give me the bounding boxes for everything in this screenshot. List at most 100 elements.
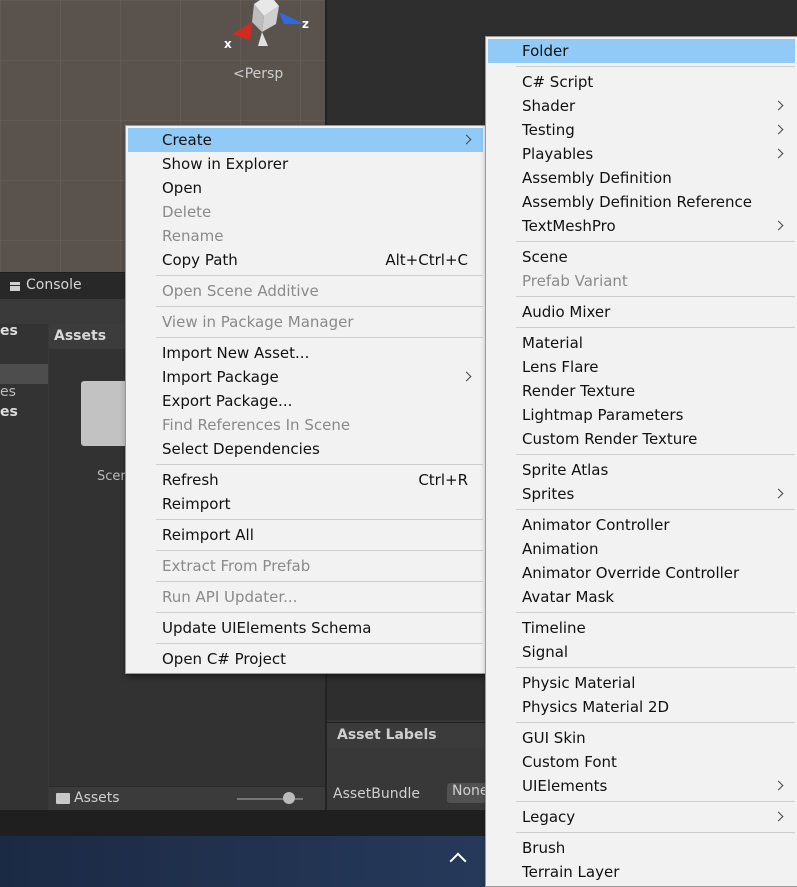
menu-item-refresh[interactable]: Refresh Ctrl+R bbox=[126, 468, 485, 492]
create-item-audio-mixer[interactable]: Audio Mixer bbox=[486, 300, 797, 324]
create-item-lightmap-parameters[interactable]: Lightmap Parameters bbox=[486, 403, 797, 427]
context-menu: Create Show in Explorer Open Delete Rename Co… bbox=[125, 125, 486, 674]
menu-item-label: Terrain Layer bbox=[522, 863, 620, 881]
chevron-right-icon bbox=[773, 220, 784, 231]
menu-separator bbox=[516, 801, 795, 802]
menu-item-shortcut: Alt+Ctrl+C bbox=[385, 251, 468, 269]
tree-item-partial[interactable]: es bbox=[0, 384, 16, 400]
slider-thumb[interactable] bbox=[283, 792, 295, 804]
create-item-uielements[interactable]: UIElements bbox=[486, 774, 797, 798]
menu-item-label: Folder bbox=[522, 42, 569, 60]
scene-gizmo[interactable]: x z bbox=[224, 0, 314, 50]
create-item-shader[interactable]: Shader bbox=[486, 94, 797, 118]
menu-item-label: Avatar Mask bbox=[522, 588, 615, 606]
create-item-animator-controller[interactable]: Animator Controller bbox=[486, 513, 797, 537]
axis-z-label: z bbox=[302, 17, 309, 31]
menu-item-label: Lens Flare bbox=[522, 358, 599, 376]
menu-item-label: Show in Explorer bbox=[162, 155, 289, 173]
console-icon bbox=[10, 279, 20, 291]
chevron-right-icon bbox=[461, 134, 472, 145]
asset-labels-header[interactable]: Asset Labels bbox=[327, 722, 487, 749]
menu-item-create[interactable]: Create bbox=[128, 128, 483, 152]
menu-separator bbox=[516, 509, 795, 510]
menu-item-import-package[interactable]: Import Package bbox=[126, 365, 485, 389]
footer-path[interactable]: Assets bbox=[74, 790, 120, 806]
create-item-sprite-atlas[interactable]: Sprite Atlas bbox=[486, 458, 797, 482]
folder-label[interactable]: Scen bbox=[97, 469, 129, 484]
menu-item-label: Open Scene Additive bbox=[162, 282, 319, 300]
create-item-c-script[interactable]: C# Script bbox=[486, 70, 797, 94]
menu-item-label: C# Script bbox=[522, 73, 594, 91]
menu-item-label: Refresh bbox=[162, 471, 219, 489]
create-item-folder[interactable]: Folder bbox=[488, 39, 795, 63]
tree-item-partial[interactable]: es bbox=[0, 404, 18, 420]
menu-item-update-uielements-schema[interactable]: Update UIElements Schema bbox=[126, 616, 485, 640]
menu-separator bbox=[156, 519, 483, 520]
create-item-animator-override-controller[interactable]: Animator Override Controller bbox=[486, 561, 797, 585]
menu-separator bbox=[516, 66, 795, 67]
tree-item-partial[interactable]: es bbox=[0, 323, 18, 339]
menu-item-label: Prefab Variant bbox=[522, 272, 628, 290]
chevron-right-icon bbox=[773, 780, 784, 791]
project-folder-tree: es es es bbox=[0, 323, 48, 810]
menu-separator bbox=[156, 464, 483, 465]
menu-item-import-new-asset[interactable]: Import New Asset... bbox=[126, 341, 485, 365]
chevron-right-icon bbox=[773, 148, 784, 159]
create-item-assembly-definition[interactable]: Assembly Definition bbox=[486, 166, 797, 190]
folder-icon[interactable] bbox=[81, 381, 129, 446]
menu-separator bbox=[516, 296, 795, 297]
create-item-material[interactable]: Material bbox=[486, 331, 797, 355]
menu-item-label: Lightmap Parameters bbox=[522, 406, 684, 424]
menu-separator bbox=[156, 581, 483, 582]
menu-item-reimport[interactable]: Reimport bbox=[126, 492, 485, 516]
create-item-terrain-layer[interactable]: Terrain Layer bbox=[486, 860, 797, 884]
tray-chevron-up-icon[interactable] bbox=[449, 852, 467, 870]
tree-item-selected[interactable] bbox=[0, 364, 48, 384]
menu-item-select-dependencies[interactable]: Select Dependencies bbox=[126, 437, 485, 461]
menu-item-label: Update UIElements Schema bbox=[162, 619, 372, 637]
menu-item-label: Playables bbox=[522, 145, 594, 163]
create-item-physic-material[interactable]: Physic Material bbox=[486, 671, 797, 695]
create-submenu: Folder C# Script Shader Testing Playables Ass… bbox=[485, 36, 797, 887]
create-item-physics-material-2d[interactable]: Physics Material 2D bbox=[486, 695, 797, 719]
menu-item-label: TextMeshPro bbox=[522, 217, 616, 235]
persp-toggle[interactable]: <Persp bbox=[233, 66, 283, 82]
create-item-lens-flare[interactable]: Lens Flare bbox=[486, 355, 797, 379]
create-item-playables[interactable]: Playables bbox=[486, 142, 797, 166]
menu-item-copy-path[interactable]: Copy Path Alt+Ctrl+C bbox=[126, 248, 485, 272]
create-item-legacy[interactable]: Legacy bbox=[486, 805, 797, 829]
menu-item-reimport-all[interactable]: Reimport All bbox=[126, 523, 485, 547]
menu-item-label: Create bbox=[162, 131, 212, 149]
menu-item-view-in-package-manager: View in Package Manager bbox=[126, 310, 485, 334]
create-item-animation[interactable]: Animation bbox=[486, 537, 797, 561]
assetbundle-select[interactable]: None bbox=[447, 783, 489, 803]
persp-label: Persp bbox=[244, 66, 284, 82]
menu-item-show-in-explorer[interactable]: Show in Explorer bbox=[126, 152, 485, 176]
create-item-gui-skin[interactable]: GUI Skin bbox=[486, 726, 797, 750]
create-item-render-texture[interactable]: Render Texture bbox=[486, 379, 797, 403]
create-item-sprites[interactable]: Sprites bbox=[486, 482, 797, 506]
menu-item-label: Animation bbox=[522, 540, 599, 558]
menu-item-label: Physics Material 2D bbox=[522, 698, 670, 716]
menu-separator bbox=[156, 550, 483, 551]
menu-item-label: GUI Skin bbox=[522, 729, 586, 747]
create-item-avatar-mask[interactable]: Avatar Mask bbox=[486, 585, 797, 609]
menu-item-open-c-project[interactable]: Open C# Project bbox=[126, 647, 485, 671]
menu-separator bbox=[516, 454, 795, 455]
assetbundle-row: AssetBundle None bbox=[327, 748, 489, 810]
create-item-testing[interactable]: Testing bbox=[486, 118, 797, 142]
create-item-timeline[interactable]: Timeline bbox=[486, 616, 797, 640]
menu-item-export-package[interactable]: Export Package... bbox=[126, 389, 485, 413]
assets-title: Assets bbox=[54, 328, 107, 344]
assets-footer: Assets bbox=[49, 786, 325, 811]
create-item-scene[interactable]: Scene bbox=[486, 245, 797, 269]
create-item-custom-render-texture[interactable]: Custom Render Texture bbox=[486, 427, 797, 451]
create-item-assembly-definition-reference[interactable]: Assembly Definition Reference bbox=[486, 190, 797, 214]
menu-item-open[interactable]: Open bbox=[126, 176, 485, 200]
create-item-brush[interactable]: Brush bbox=[486, 836, 797, 860]
chevron-right-icon bbox=[773, 488, 784, 499]
create-item-custom-font[interactable]: Custom Font bbox=[486, 750, 797, 774]
console-tab[interactable]: Console bbox=[10, 277, 82, 293]
create-item-signal[interactable]: Signal bbox=[486, 640, 797, 664]
create-item-textmeshpro[interactable]: TextMeshPro bbox=[486, 214, 797, 238]
